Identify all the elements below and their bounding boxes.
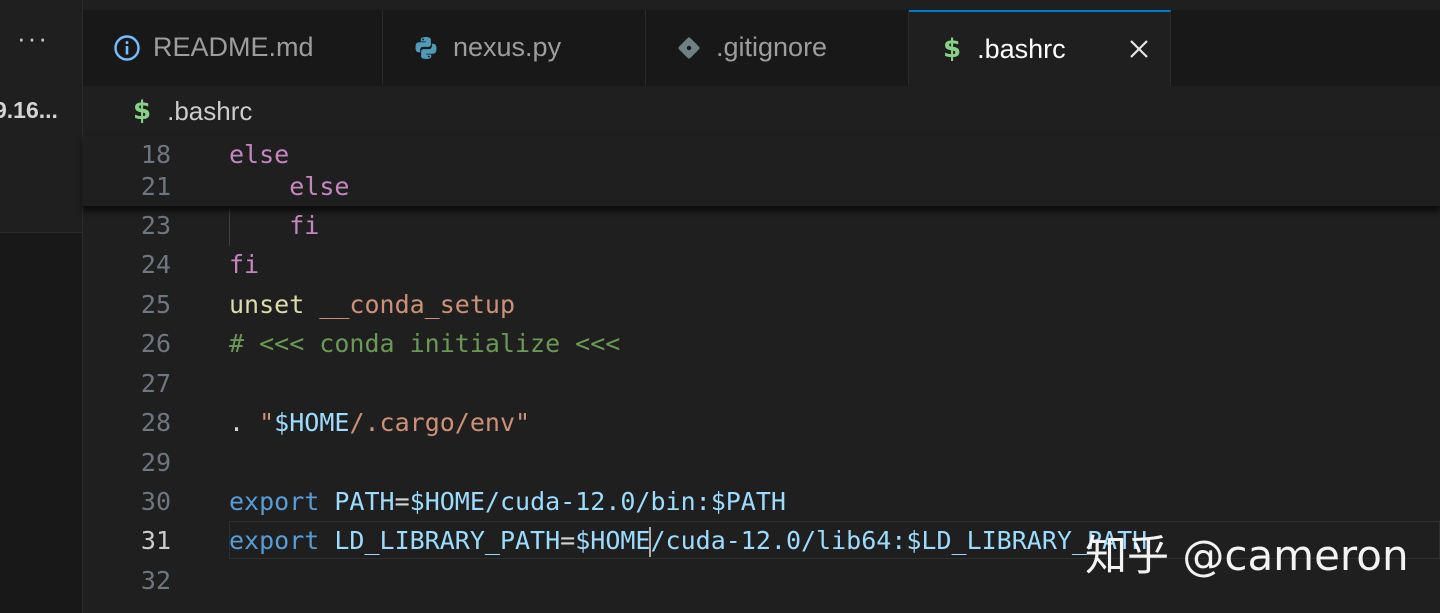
- tab-label: nexus.py: [453, 32, 562, 62]
- tab-label: .bashrc: [977, 33, 1066, 64]
- tab-label: README.md: [153, 32, 314, 62]
- code-text: export PATH=$HOME/cuda-12.0/bin:$PATH: [229, 482, 786, 522]
- code-line[interactable]: 27: [83, 364, 1440, 404]
- line-number: 27: [140, 369, 171, 398]
- more-actions-icon[interactable]: ···: [0, 25, 66, 51]
- python-icon: [413, 35, 439, 61]
- code-token: # <<< conda initialize <<<: [229, 329, 621, 358]
- shell-dollar-icon: $: [133, 96, 152, 126]
- editor-tab-bar: README.md nexus.py .gitignore $ .bashrc: [83, 10, 1440, 87]
- code-token: PATH: [334, 487, 395, 516]
- code-token: fi: [289, 211, 320, 240]
- tab-label: .gitignore: [716, 32, 828, 62]
- code-text: else: [229, 170, 349, 203]
- breadcrumb-item-bashrc[interactable]: .bashrc: [167, 96, 252, 127]
- code-token: export: [229, 526, 320, 555]
- tab-bashrc[interactable]: $ .bashrc: [909, 10, 1171, 86]
- code-text: . "$HOME/.cargo/env": [229, 403, 530, 443]
- code-line[interactable]: 23 fi: [83, 206, 1440, 246]
- zhihu-watermark: 知乎 @cameron: [1085, 531, 1409, 580]
- code-token: /cuda-12.0/lib64:: [650, 526, 907, 555]
- line-number: 30: [140, 487, 171, 516]
- line-number: 31: [140, 526, 171, 555]
- vscode-window: ··· 9.16... README.md nexus.py .gitignor…: [0, 0, 1440, 613]
- sticky-scroll[interactable]: 18 else 21 else: [83, 136, 1440, 207]
- code-token: .: [229, 408, 260, 437]
- line-number: 21: [140, 172, 171, 201]
- line-number: 28: [140, 408, 171, 437]
- info-icon: [113, 34, 141, 62]
- code-text: else: [229, 138, 289, 171]
- code-token: else: [229, 140, 290, 169]
- code-line[interactable]: 30 export PATH=$HOME/cuda-12.0/bin:$PATH: [83, 482, 1440, 522]
- code-text: fi: [229, 245, 259, 285]
- code-token: /cuda-12.0/bin:: [484, 487, 711, 516]
- sticky-line[interactable]: 21 else: [83, 170, 1440, 203]
- code-token: export: [229, 487, 320, 516]
- git-icon: [676, 35, 702, 61]
- shell-dollar-icon: $: [943, 34, 962, 64]
- code-text: unset __conda_setup: [229, 285, 515, 325]
- code-line[interactable]: 25 unset __conda_setup: [83, 285, 1440, 325]
- breadcrumb: $ .bashrc: [83, 86, 1440, 136]
- code-token: __conda_setup: [319, 290, 515, 319]
- code-token: else: [289, 172, 350, 201]
- tab-nexus-py[interactable]: nexus.py: [383, 10, 646, 85]
- code-token: =: [560, 526, 576, 555]
- code-line[interactable]: 29: [83, 443, 1440, 483]
- line-number: 24: [140, 250, 171, 279]
- code-token: $HOME: [575, 526, 651, 555]
- code-token: $HOME: [274, 408, 350, 437]
- code-token: =: [394, 487, 410, 516]
- code-token: $PATH: [710, 487, 786, 516]
- code-token: /.cargo/env": [349, 408, 531, 437]
- code-token: fi: [229, 250, 260, 279]
- code-token: unset: [229, 290, 305, 319]
- code-line[interactable]: 28 . "$HOME/.cargo/env": [83, 403, 1440, 443]
- close-icon[interactable]: [1126, 36, 1152, 62]
- sidebar-item-version[interactable]: 9.16...: [0, 97, 58, 124]
- code-text: # <<< conda initialize <<<: [229, 324, 620, 364]
- tab-readme[interactable]: README.md: [83, 10, 383, 85]
- code-text: export LD_LIBRARY_PATH=$HOME/cuda-12.0/l…: [229, 521, 1147, 561]
- code-token: ": [259, 408, 275, 437]
- tab-gitignore[interactable]: .gitignore: [646, 10, 909, 85]
- line-number: 18: [140, 140, 171, 169]
- side-bar: ··· 9.16...: [0, 0, 83, 613]
- line-number: 29: [140, 448, 171, 477]
- line-number: 32: [140, 566, 171, 595]
- line-number: 26: [140, 329, 171, 358]
- code-line[interactable]: 24 fi: [83, 245, 1440, 285]
- line-number: 25: [140, 290, 171, 319]
- code-line[interactable]: 26 # <<< conda initialize <<<: [83, 324, 1440, 364]
- code-token: $HOME: [409, 487, 485, 516]
- code-token: LD_LIBRARY_PATH: [334, 526, 561, 555]
- line-number: 23: [140, 211, 171, 240]
- code-text: fi: [229, 206, 319, 246]
- sticky-line[interactable]: 18 else: [83, 138, 1440, 171]
